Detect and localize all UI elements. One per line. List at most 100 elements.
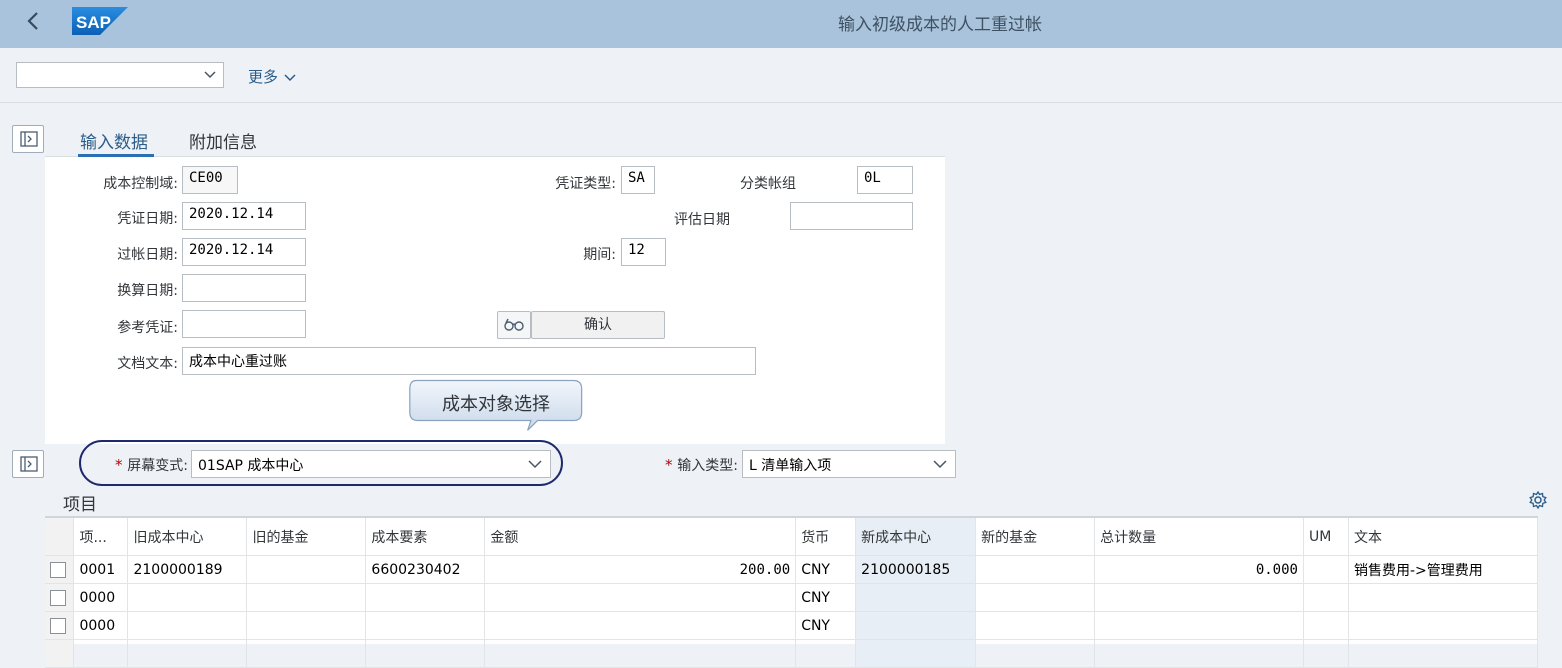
cell-um[interactable] <box>1303 583 1349 612</box>
row-selector[interactable] <box>45 639 75 668</box>
callout-text: 成本对象选择 <box>442 394 550 415</box>
cell-new-cost-center[interactable] <box>855 583 977 612</box>
svg-text:SAP: SAP <box>76 13 111 32</box>
gear-icon[interactable] <box>1528 490 1548 510</box>
cell-item[interactable]: 0001 <box>73 555 129 584</box>
cell-amount[interactable] <box>484 583 797 612</box>
cell-old-cost-center[interactable]: 2100000189 <box>127 555 248 584</box>
cell-um[interactable] <box>1303 611 1349 640</box>
controlling-area-field[interactable]: CE00 <box>182 166 238 194</box>
screen-variant-value: 01SAP 成本中心 <box>198 458 304 474</box>
period-field[interactable]: 12 <box>621 238 666 266</box>
required-marker: * <box>665 456 678 474</box>
table-header-row: 项... 旧成本中心 旧的基金 成本要素 金额 货币 新成本中心 新的基金 总计… <box>45 518 1539 556</box>
doc-date-label: 凭证日期: <box>117 211 178 227</box>
tab-additional-info[interactable]: 附加信息 <box>189 128 257 153</box>
input-type-select[interactable]: L 清单输入项 <box>742 450 956 478</box>
column-header[interactable]: 新成本中心 <box>855 518 977 556</box>
doc-type-field[interactable]: SA <box>621 166 655 194</box>
column-header[interactable]: 旧的基金 <box>246 518 367 556</box>
chevron-down-icon <box>528 460 542 469</box>
checkbox[interactable] <box>50 617 66 634</box>
table-row: 0001 2100000189 6600230402 200.00 CNY 21… <box>45 555 1539 584</box>
cell-old-fund[interactable] <box>246 611 367 640</box>
cell-new-cost-center[interactable] <box>855 611 977 640</box>
doc-date-field[interactable]: 2020.12.14 <box>182 202 306 230</box>
cell-text[interactable]: 销售费用->管理费用 <box>1348 555 1539 584</box>
column-header[interactable]: 项... <box>73 518 129 556</box>
cell-total-quantity[interactable] <box>1094 611 1304 640</box>
cell-new-cost-center[interactable]: 2100000185 <box>855 555 977 584</box>
cell-old-fund[interactable] <box>246 555 367 584</box>
display-button[interactable] <box>497 311 531 339</box>
column-header[interactable]: 金额 <box>484 518 797 556</box>
cell-text[interactable] <box>1348 583 1539 612</box>
variant-select[interactable] <box>16 62 224 88</box>
column-header[interactable]: 成本要素 <box>365 518 486 556</box>
page-title: 输入初级成本的人工重过帐 <box>838 15 1042 35</box>
tab-input-data[interactable]: 输入数据 <box>80 128 148 153</box>
toolbar <box>0 48 1562 103</box>
column-header[interactable]: 文本 <box>1348 518 1539 556</box>
cell-currency[interactable]: CNY <box>795 611 857 640</box>
controlling-area-label: 成本控制域: <box>103 176 178 192</box>
select-all-header <box>45 518 75 556</box>
cell-total-quantity[interactable] <box>1094 583 1304 612</box>
ledger-group-field[interactable]: 0L <box>857 166 913 194</box>
posting-date-field[interactable]: 2020.12.14 <box>182 238 306 266</box>
back-icon[interactable] <box>26 10 50 36</box>
row-selector[interactable] <box>45 611 75 640</box>
valuation-date-field[interactable] <box>790 202 913 230</box>
column-header[interactable]: 旧成本中心 <box>127 518 248 556</box>
checkbox[interactable] <box>50 561 66 578</box>
cell-cost-element[interactable] <box>365 611 486 640</box>
column-header[interactable]: 新的基金 <box>975 518 1096 556</box>
screen-variant-select[interactable]: 01SAP 成本中心 <box>191 450 551 478</box>
translation-date-field[interactable] <box>182 274 306 302</box>
checkbox[interactable] <box>50 589 66 606</box>
row-selector[interactable] <box>45 583 75 612</box>
input-type-value: L 清单输入项 <box>749 458 832 474</box>
header-collapse-toggle[interactable] <box>12 125 44 153</box>
column-header[interactable]: 货币 <box>795 518 857 556</box>
more-button[interactable]: 更多 <box>248 66 297 87</box>
row-selector[interactable] <box>45 555 75 584</box>
reference-doc-field[interactable] <box>182 310 306 338</box>
column-header[interactable]: UM <box>1303 518 1349 556</box>
cell-text[interactable] <box>1348 611 1539 640</box>
doc-text-field[interactable]: 成本中心重过账 <box>182 347 756 375</box>
screen-variant-label: * 屏幕变式: <box>92 455 188 475</box>
items-collapse-toggle[interactable] <box>12 450 44 478</box>
table-row: 0000 CNY <box>45 611 1539 640</box>
cell-item[interactable]: 0000 <box>73 611 129 640</box>
cell-um[interactable] <box>1303 555 1349 584</box>
cell-old-fund[interactable] <box>246 583 367 612</box>
cell-new-fund[interactable] <box>975 555 1096 584</box>
chevron-down-icon <box>284 73 296 81</box>
doc-text-label: 文档文本: <box>117 356 178 372</box>
cell-amount[interactable]: 200.00 <box>484 555 797 584</box>
table-row: 0000 CNY <box>45 583 1539 612</box>
cell-item[interactable]: 0000 <box>73 583 129 612</box>
cell-cost-element[interactable]: 6600230402 <box>365 555 486 584</box>
items-section-title: 项目 <box>63 495 97 515</box>
cell-new-fund[interactable] <box>975 611 1096 640</box>
cell-old-cost-center[interactable] <box>127 583 248 612</box>
cell-cost-element[interactable] <box>365 583 486 612</box>
reference-doc-label: 参考凭证: <box>117 320 178 336</box>
input-type-label-text: 输入类型: <box>677 458 738 474</box>
items-table: 项... 旧成本中心 旧的基金 成本要素 金额 货币 新成本中心 新的基金 总计… <box>45 518 1539 668</box>
cell-amount[interactable] <box>484 611 797 640</box>
cell-total-quantity[interactable]: 0.000 <box>1094 555 1304 584</box>
cell-old-cost-center[interactable] <box>127 611 248 640</box>
cell-currency[interactable]: CNY <box>795 555 857 584</box>
chevron-down-icon <box>204 71 216 79</box>
glasses-icon <box>504 318 524 331</box>
doc-type-label: 凭证类型: <box>555 176 616 192</box>
more-label: 更多 <box>248 68 279 86</box>
cell-new-fund[interactable] <box>975 583 1096 612</box>
valuation-date-label: 评估日期 <box>674 212 730 228</box>
cell-currency[interactable]: CNY <box>795 583 857 612</box>
confirm-button[interactable]: 确认 <box>531 311 665 339</box>
column-header[interactable]: 总计数量 <box>1094 518 1304 556</box>
